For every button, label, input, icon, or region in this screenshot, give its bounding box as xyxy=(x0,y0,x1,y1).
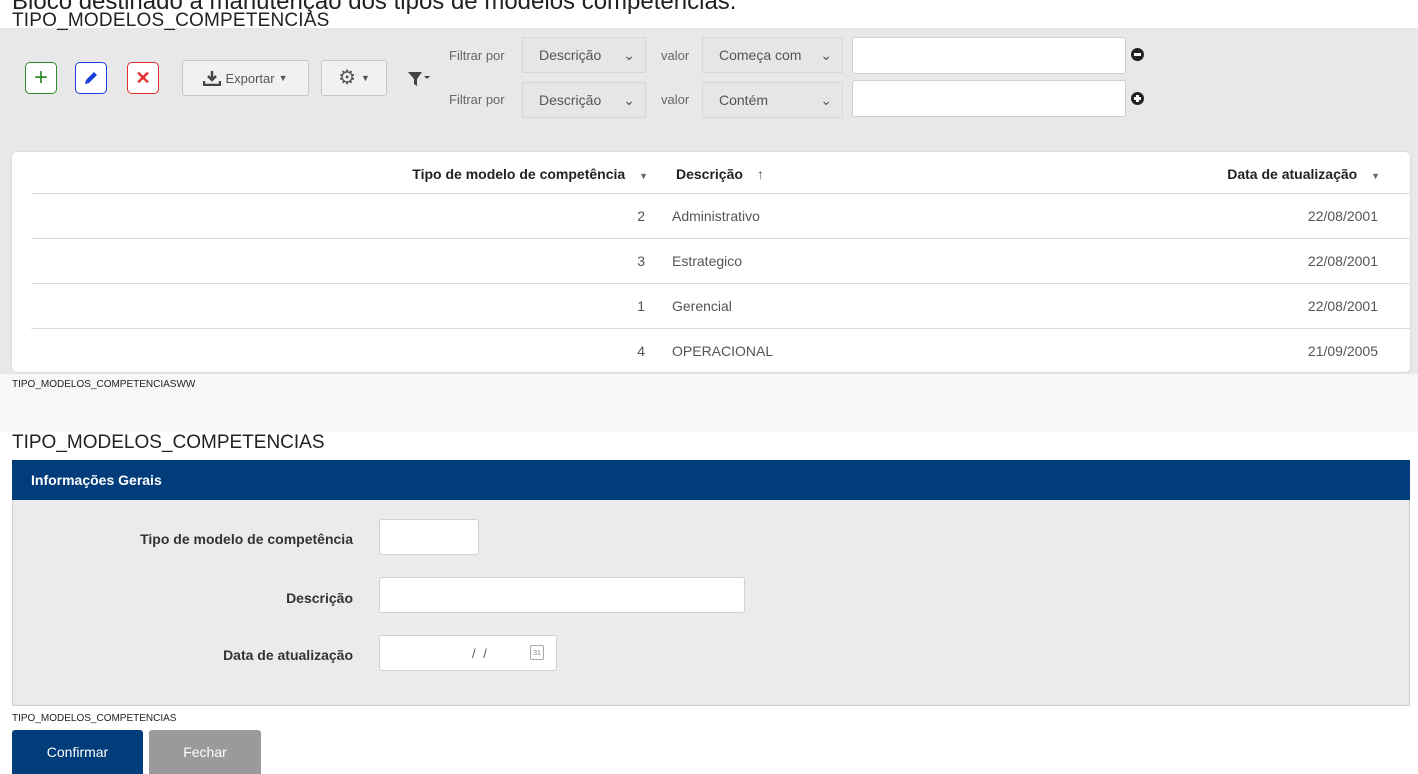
cell-tipo: 2 xyxy=(637,208,645,224)
chevron-down-icon: ⌄ xyxy=(623,47,635,63)
chevron-down-icon: ⌄ xyxy=(820,92,832,108)
filter-field-value: Descrição xyxy=(539,92,602,108)
confirm-button[interactable]: Confirmar xyxy=(12,730,143,774)
filter-value-label: valor xyxy=(661,48,690,63)
gear-icon: ⚙ xyxy=(338,67,356,89)
chevron-down-icon: ⌄ xyxy=(623,92,635,108)
filter-icon xyxy=(408,72,430,86)
cell-descricao: Estrategico xyxy=(672,253,743,269)
cell-descricao: OPERACIONAL xyxy=(672,343,774,359)
calendar-icon[interactable]: 31 xyxy=(530,645,544,660)
cell-data: 22/08/2001 xyxy=(1307,208,1378,224)
filter-value-label: valor xyxy=(661,92,690,107)
column-header-descricao[interactable]: Descrição ↑ xyxy=(676,166,764,182)
caret-down-icon: ▼ xyxy=(639,171,648,181)
caret-down-icon: ▼ xyxy=(278,73,288,83)
add-filter-button[interactable] xyxy=(1131,92,1144,105)
filter-operator-value: Contém xyxy=(719,92,769,108)
filter-operator-select[interactable]: Começa com ⌄ xyxy=(702,37,843,73)
cell-data: 21/09/2005 xyxy=(1307,343,1378,359)
sort-ascending-icon: ↑ xyxy=(756,166,764,182)
background-shape xyxy=(0,372,1418,432)
chevron-down-icon: ⌄ xyxy=(820,47,832,63)
plus-circle-icon xyxy=(1131,92,1144,105)
table-row[interactable]: 2 Administrativo 22/08/2001 xyxy=(31,193,1410,239)
form-title: TIPO_MODELOS_COMPETENCIAS xyxy=(12,432,325,453)
list-footer-caption: TIPO_MODELOS_COMPETENCIASWW xyxy=(12,379,196,390)
settings-button[interactable]: ⚙ ▼ xyxy=(321,60,387,96)
cell-tipo: 1 xyxy=(637,298,645,314)
column-header-data[interactable]: Data de atualização ▼ xyxy=(1227,166,1380,182)
filter-prefix-label: Filtrar por xyxy=(449,48,505,63)
export-button[interactable]: Exportar ▼ xyxy=(182,60,309,96)
pencil-icon xyxy=(85,72,97,84)
filter-text-input[interactable] xyxy=(852,37,1126,74)
cell-descricao: Gerencial xyxy=(672,298,732,314)
table-row[interactable]: 4 OPERACIONAL 21/09/2005 xyxy=(31,328,1410,374)
cell-data: 22/08/2001 xyxy=(1307,298,1378,314)
table-row[interactable]: 1 Gerencial 22/08/2001 xyxy=(31,283,1410,329)
tipo-label: Tipo de modelo de competência xyxy=(140,531,353,547)
filter-operator-select[interactable]: Contém ⌄ xyxy=(702,82,843,118)
form-section-header: Informações Gerais xyxy=(12,460,1410,500)
cell-tipo: 4 xyxy=(637,343,645,359)
column-header-label: Tipo de modelo de competência xyxy=(412,166,626,182)
caret-down-icon: ▼ xyxy=(1371,171,1380,181)
export-label: Exportar xyxy=(225,70,275,86)
descricao-input[interactable] xyxy=(379,577,745,613)
column-header-label: Descrição xyxy=(676,166,743,182)
filter-toggle-button[interactable] xyxy=(406,68,432,90)
filter-prefix-label: Filtrar por xyxy=(449,92,505,107)
data-input[interactable]: / / 31 xyxy=(379,635,557,671)
cell-data: 22/08/2001 xyxy=(1307,253,1378,269)
filter-field-select[interactable]: Descrição ⌄ xyxy=(522,82,646,118)
list-title: TIPO_MODELOS_COMPETENCIAS xyxy=(12,10,330,31)
add-button[interactable]: + xyxy=(25,62,57,94)
filter-operator-value: Começa com xyxy=(719,47,802,63)
date-value: / / xyxy=(472,646,489,661)
cell-descricao: Administrativo xyxy=(672,208,760,224)
minus-circle-icon xyxy=(1134,53,1141,56)
close-button[interactable]: Fechar xyxy=(149,730,261,774)
remove-filter-button[interactable] xyxy=(1131,48,1144,61)
filter-text-input[interactable] xyxy=(852,80,1126,117)
tipo-input[interactable] xyxy=(379,519,479,555)
caret-down-icon: ▼ xyxy=(361,73,370,83)
data-label: Data de atualização xyxy=(223,647,353,663)
table-row[interactable]: 3 Estrategico 22/08/2001 xyxy=(31,238,1410,284)
delete-button[interactable]: ✕ xyxy=(127,62,159,94)
filter-field-value: Descrição xyxy=(539,47,602,63)
descricao-label: Descrição xyxy=(286,590,353,606)
filter-field-select[interactable]: Descrição ⌄ xyxy=(522,37,646,73)
column-header-label: Data de atualização xyxy=(1227,166,1358,182)
plus-icon: + xyxy=(33,64,48,91)
column-header-tipo[interactable]: Tipo de modelo de competência ▼ xyxy=(412,166,648,182)
close-icon: ✕ xyxy=(135,68,151,88)
download-icon xyxy=(203,71,222,86)
cell-tipo: 3 xyxy=(637,253,645,269)
form-footer-caption: TIPO_MODELOS_COMPETENCIAS xyxy=(12,713,177,724)
edit-button[interactable] xyxy=(75,62,107,94)
